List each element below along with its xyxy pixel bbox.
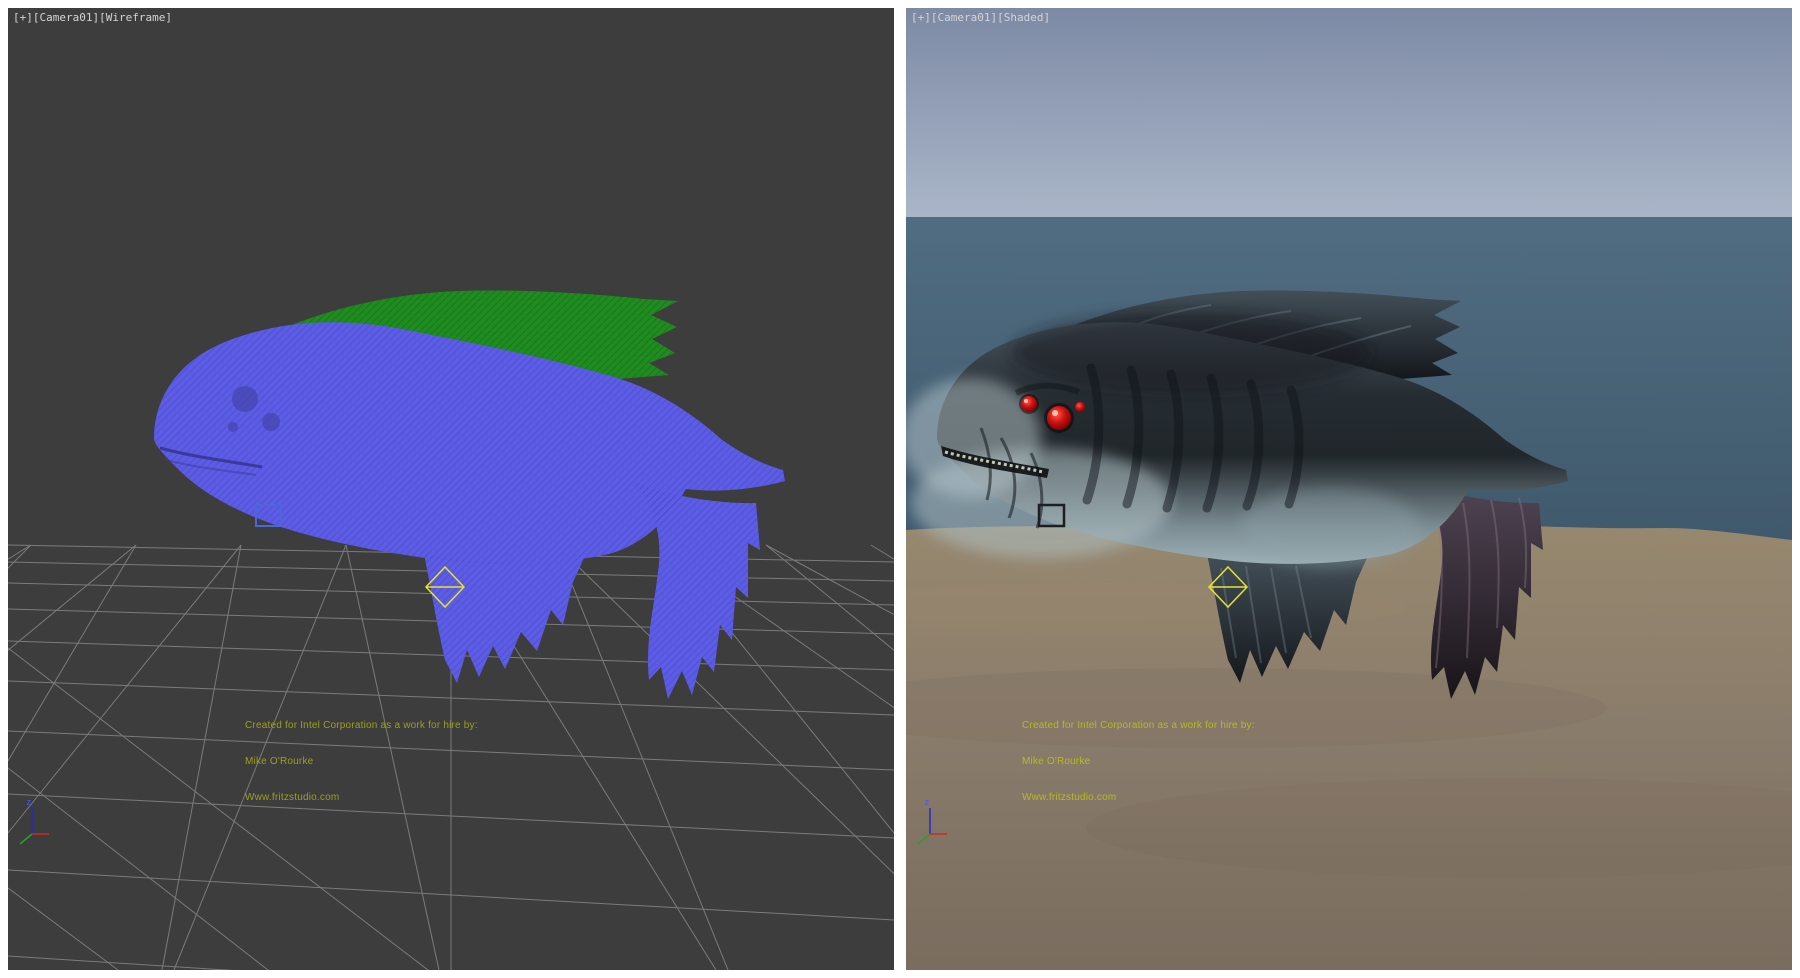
viewport-shading-menu[interactable]: [Shaded]: [997, 11, 1050, 24]
viewport-label-wireframe: [+][Camera01][Wireframe]: [13, 11, 172, 24]
axis-y-icon: [20, 834, 32, 844]
viewport-pov-menu[interactable]: [Camera01]: [33, 11, 99, 24]
viewport-label-shaded: [+][Camera01][Shaded]: [911, 11, 1050, 24]
viewport-wireframe[interactable]: z Created for Intel Corporation as a wor…: [8, 8, 894, 970]
fish-model-wireframe[interactable]: [154, 291, 785, 699]
shaded-scene: z: [906, 8, 1792, 970]
viewport-frame: z Created for Intel Corporation as a wor…: [0, 0, 1800, 978]
axis-z-label: z: [26, 798, 31, 808]
pectoral-wire-texture: [424, 554, 584, 683]
viewport-shading-menu[interactable]: [Wireframe]: [99, 11, 172, 24]
viewport-shaded[interactable]: z Created for Intel Corporation as a wor…: [906, 8, 1792, 970]
viewport-general-menu[interactable]: [+]: [911, 11, 931, 24]
sky-backdrop: [906, 8, 1792, 217]
viewport-general-menu[interactable]: [+]: [13, 11, 33, 24]
world-axis-tripod: z: [20, 798, 49, 844]
axis-z-label: z: [924, 798, 929, 808]
wireframe-scene: z: [8, 8, 894, 970]
viewport-pov-menu[interactable]: [Camera01]: [931, 11, 997, 24]
